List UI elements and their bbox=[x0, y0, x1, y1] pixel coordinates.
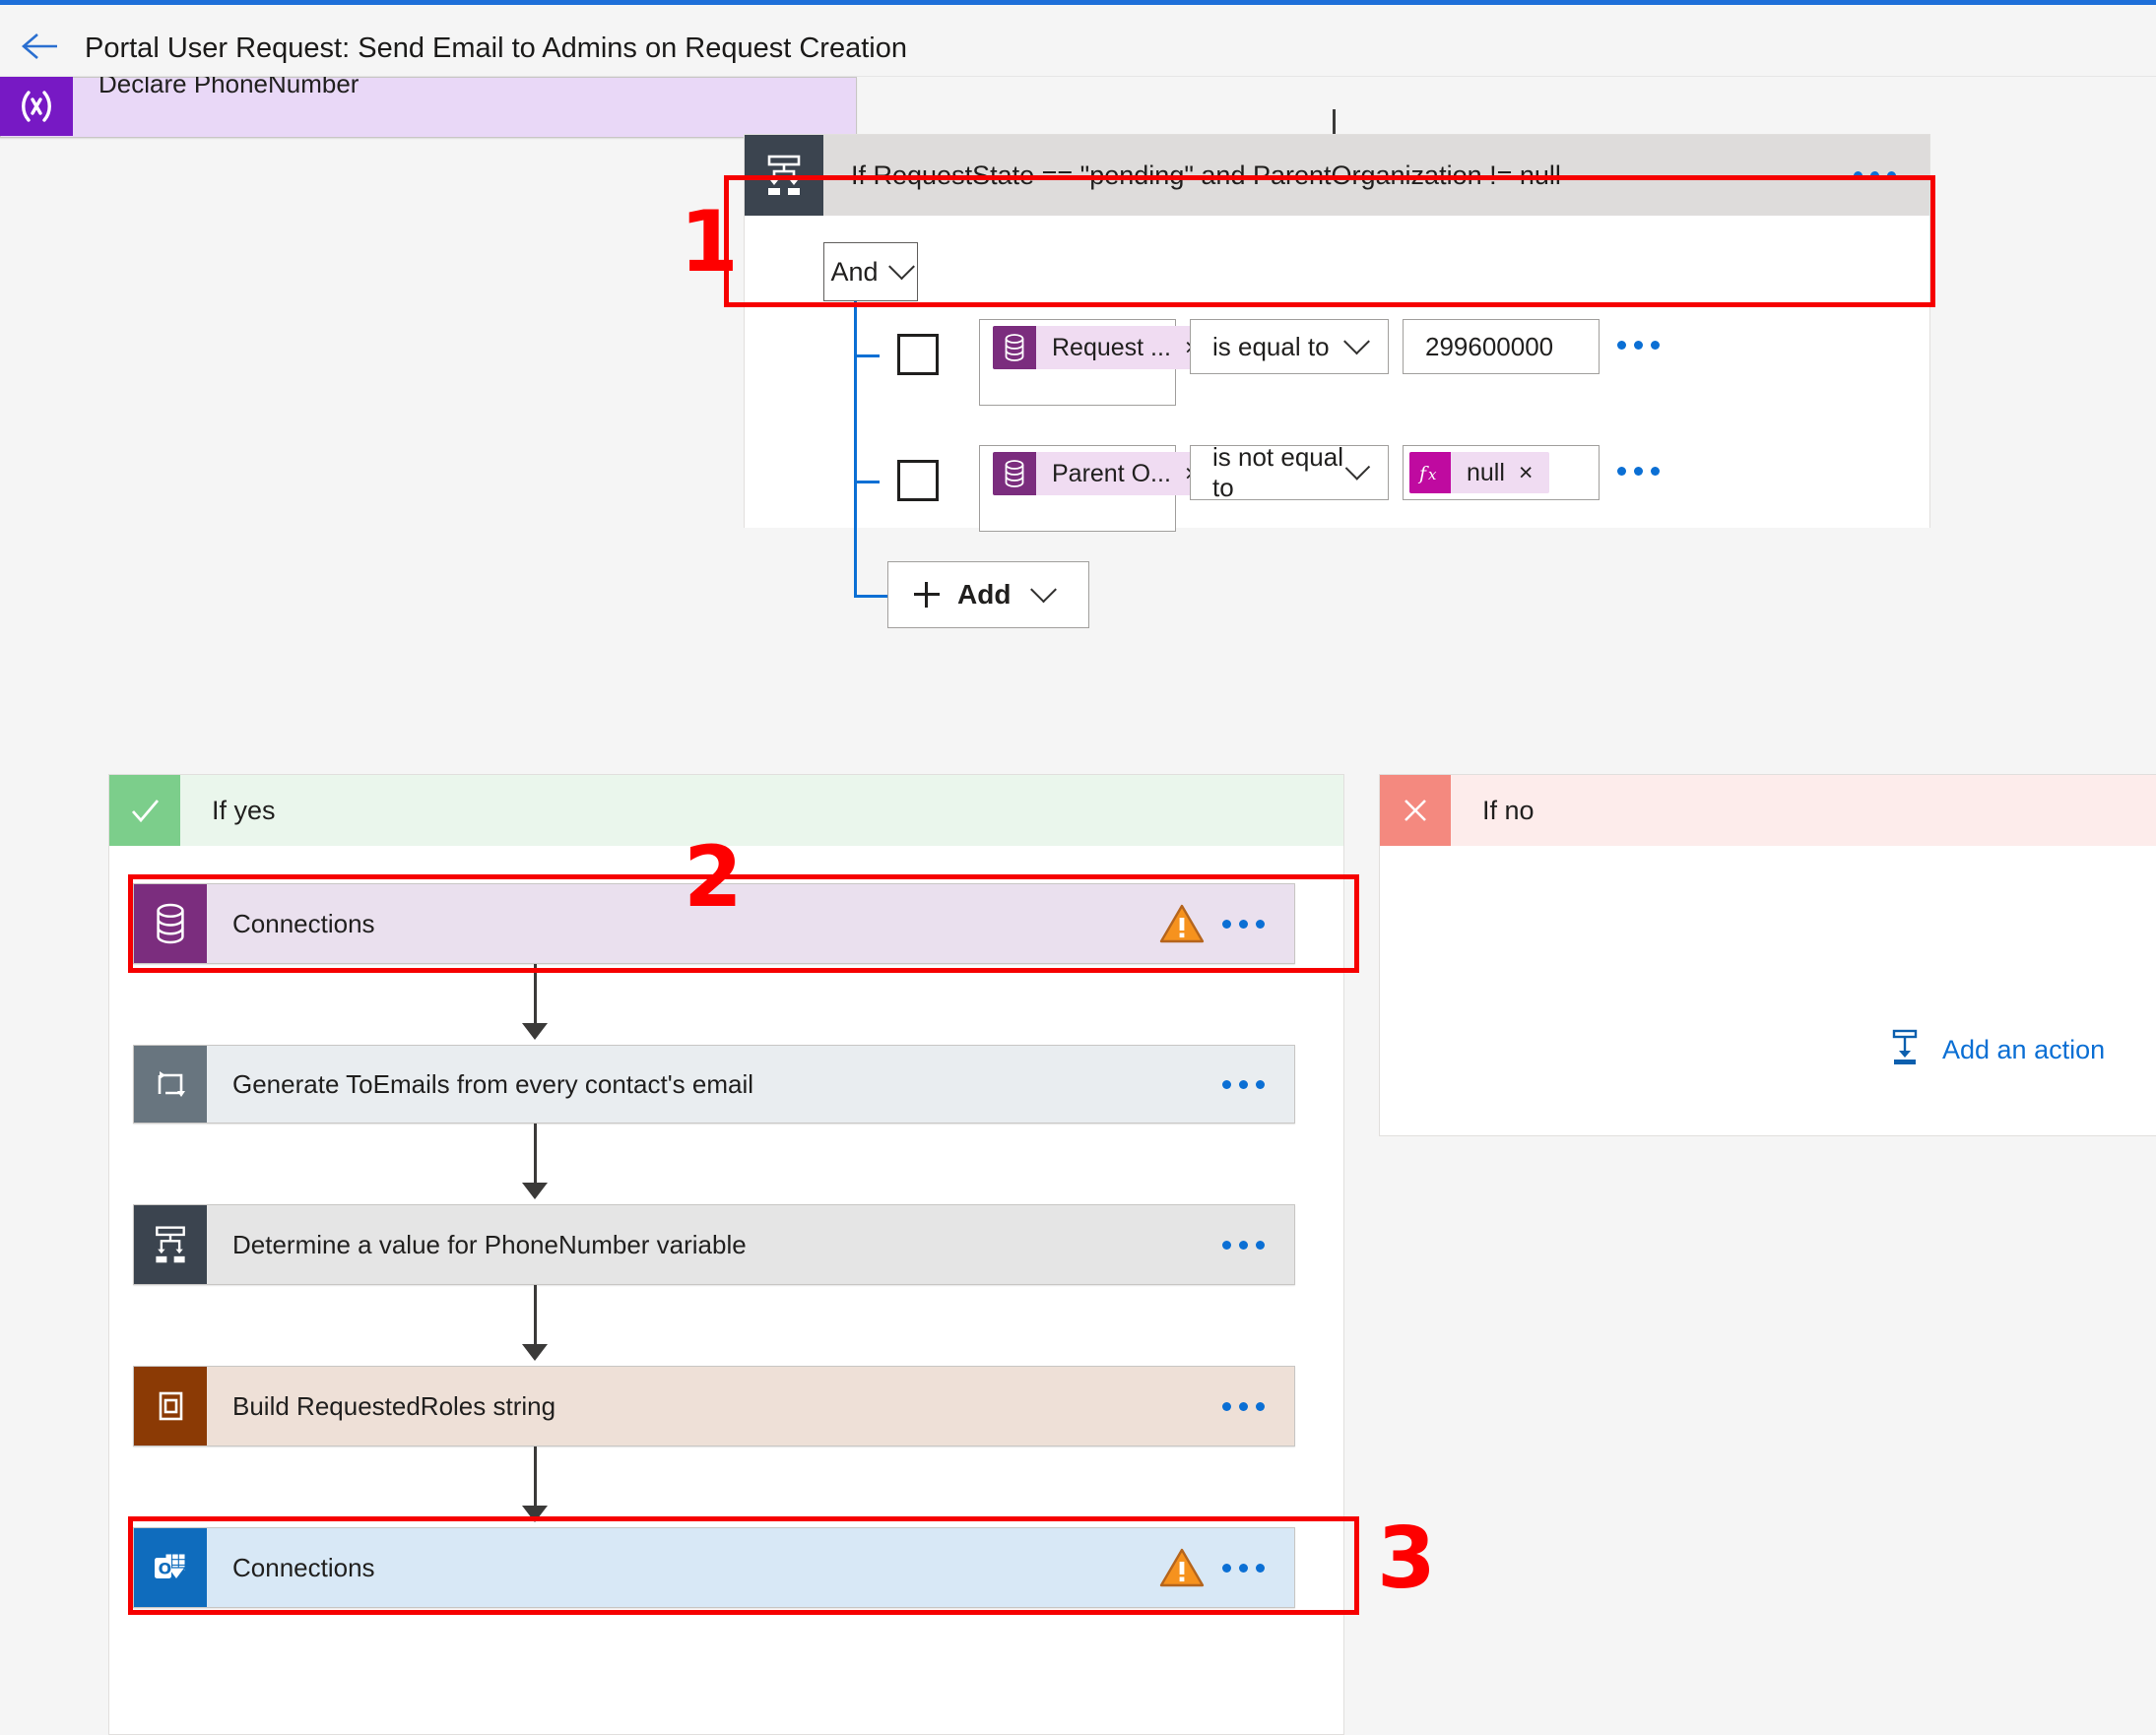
svg-text:O: O bbox=[159, 1560, 172, 1578]
condition-builder: And Request ... is equal to 299600000 Pa… bbox=[745, 217, 1929, 628]
condition-add-button[interactable]: Add bbox=[887, 561, 1089, 628]
flow-card-generate-toemails[interactable]: Generate ToEmails from every contact's e… bbox=[133, 1045, 1295, 1124]
dataverse-icon bbox=[993, 452, 1036, 495]
condition-icon bbox=[745, 135, 823, 216]
outlook-icon: O bbox=[134, 1528, 207, 1607]
more-icon[interactable] bbox=[1222, 1563, 1265, 1573]
condition-tree-branch bbox=[854, 595, 887, 598]
condition-tree-line bbox=[854, 301, 857, 597]
condition-title: If RequestState == "pending" and ParentO… bbox=[851, 160, 1561, 190]
condition-row-operator-label: is equal to bbox=[1212, 331, 1330, 361]
dataverse-icon bbox=[993, 326, 1036, 369]
svg-text:x: x bbox=[1428, 466, 1437, 483]
add-an-action-label: Add an action bbox=[1942, 1035, 2106, 1064]
flow-card-title: Build RequestedRoles string bbox=[232, 1390, 556, 1421]
condition-row-token-label: Parent O... bbox=[1052, 459, 1171, 487]
condition-row-checkbox[interactable] bbox=[897, 334, 939, 375]
annotation-number-3: 3 bbox=[1377, 1510, 1436, 1608]
flow-card-title: Declare PhoneNumber bbox=[98, 77, 359, 98]
flow-connector-arrow bbox=[522, 1183, 548, 1199]
condition-row-more-icon[interactable] bbox=[1617, 341, 1660, 350]
condition-row-value-input[interactable]: 299600000 bbox=[1403, 319, 1600, 374]
more-icon[interactable] bbox=[1854, 170, 1896, 180]
plus-icon bbox=[914, 582, 940, 608]
condition-row-expression-label: null bbox=[1467, 458, 1505, 486]
flow-connector-arrow bbox=[522, 1344, 548, 1361]
condition-row-expression-token[interactable]: f x null × bbox=[1409, 452, 1549, 493]
condition-block: If RequestState == "pending" and ParentO… bbox=[744, 134, 1930, 628]
warning-icon bbox=[1159, 903, 1205, 944]
add-an-action-button[interactable]: Add an action bbox=[1887, 1027, 2105, 1073]
condition-row-operator-label: is not equal to bbox=[1212, 442, 1343, 502]
condition-header[interactable]: If RequestState == "pending" and ParentO… bbox=[745, 135, 1929, 216]
flow-connector bbox=[534, 964, 537, 1025]
flow-card-title: Determine a value for PhoneNumber variab… bbox=[232, 1229, 747, 1259]
chevron-down-icon bbox=[1343, 327, 1370, 354]
condition-operator-label: And bbox=[830, 256, 879, 287]
flow-card-determine-phonenumber[interactable]: Determine a value for PhoneNumber variab… bbox=[133, 1204, 1295, 1285]
condition-row-more-icon[interactable] bbox=[1617, 467, 1660, 476]
flow-designer-canvas: Declare PhoneNumber If RequestState == "… bbox=[0, 77, 2156, 1735]
condition-tree-branch bbox=[854, 354, 880, 357]
condition-more-actions[interactable] bbox=[1854, 135, 1929, 216]
condition-row-value-input[interactable]: f x null × bbox=[1403, 445, 1600, 500]
condition-row-token-label: Request ... bbox=[1052, 333, 1171, 361]
flow-connector-arrow bbox=[522, 1023, 548, 1040]
flow-connector bbox=[534, 1446, 537, 1508]
more-icon[interactable] bbox=[1222, 1079, 1265, 1089]
condition-row-checkbox[interactable] bbox=[897, 460, 939, 501]
flow-connector-arrow bbox=[522, 1506, 548, 1522]
branch-if-no-label: If no bbox=[1482, 795, 1535, 825]
condition-tree-branch bbox=[854, 481, 880, 483]
flow-card-connections-outlook[interactable]: O Connections bbox=[133, 1527, 1295, 1608]
condition-row-operator-select[interactable]: is not equal to bbox=[1190, 442, 1389, 502]
more-icon[interactable] bbox=[1222, 1240, 1265, 1250]
fx-icon: f x bbox=[1409, 452, 1451, 493]
chevron-down-icon bbox=[887, 252, 915, 280]
app-header: Portal User Request: Send Email to Admin… bbox=[0, 5, 2156, 76]
warning-icon bbox=[1159, 1547, 1205, 1588]
branch-if-no-header: If no bbox=[1380, 775, 2156, 846]
condition-row-value: 299600000 bbox=[1425, 331, 1554, 361]
chevron-down-icon bbox=[1030, 575, 1058, 603]
flow-connector bbox=[534, 1285, 537, 1346]
condition-row-expression-remove[interactable]: × bbox=[1515, 459, 1549, 487]
branch-if-no: If no Add an action bbox=[1379, 774, 2156, 1136]
condition-row-token[interactable]: Request ... × bbox=[993, 326, 1215, 369]
back-arrow-icon[interactable] bbox=[18, 27, 65, 66]
condition-add-label: Add bbox=[957, 579, 1012, 610]
variables-icon bbox=[0, 77, 73, 136]
condition-operator-select[interactable]: And bbox=[823, 242, 918, 301]
checkmark-icon bbox=[109, 775, 180, 846]
flow-card-title: Generate ToEmails from every contact's e… bbox=[232, 1068, 754, 1099]
close-x-icon bbox=[1380, 775, 1451, 846]
annotation-number-1: 1 bbox=[680, 193, 739, 291]
page-title: Portal User Request: Send Email to Admin… bbox=[85, 32, 907, 64]
condition-icon bbox=[134, 1205, 207, 1284]
apply-to-each-icon bbox=[134, 1046, 207, 1123]
flow-connector bbox=[534, 1124, 537, 1185]
annotation-number-2: 2 bbox=[684, 828, 743, 927]
more-icon[interactable] bbox=[1222, 1401, 1265, 1411]
flow-card-declare-phonenumber[interactable]: Declare PhoneNumber bbox=[0, 77, 857, 138]
add-action-icon bbox=[1887, 1027, 1923, 1073]
compose-icon bbox=[134, 1367, 207, 1446]
condition-row-token[interactable]: Parent O... × bbox=[993, 452, 1215, 495]
flow-card-build-requestedroles[interactable]: Build RequestedRoles string bbox=[133, 1366, 1295, 1446]
condition-row-operator-select[interactable]: is equal to bbox=[1190, 319, 1389, 374]
branch-if-yes-label: If yes bbox=[212, 795, 276, 825]
flow-card-title: Connections bbox=[232, 1552, 375, 1582]
more-icon[interactable] bbox=[1222, 919, 1265, 929]
dataverse-icon bbox=[134, 884, 207, 963]
